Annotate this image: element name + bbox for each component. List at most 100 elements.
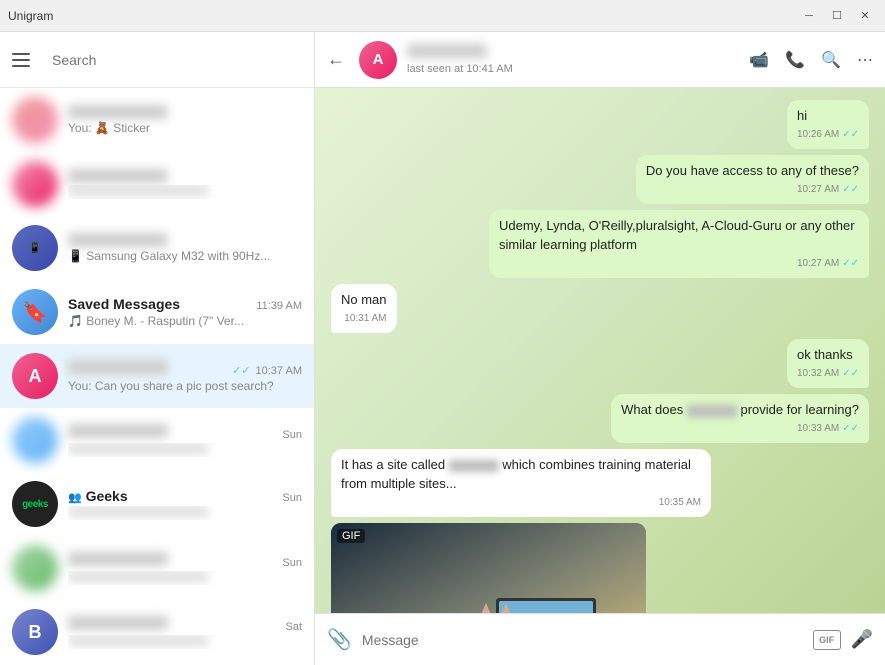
message-row: hi 10:26 AM ✓✓ — [331, 100, 869, 149]
chat-content: 👥 Geeks Sun — [68, 488, 302, 520]
chat-item[interactable]: You: 🧸 Sticker — [0, 88, 314, 152]
chat-preview: You: Can you share a pic post search? — [68, 379, 302, 393]
chat-content: Sun — [68, 424, 302, 457]
messages-area: hi 10:26 AM ✓✓ Do you have access to any… — [315, 88, 885, 613]
chat-item[interactable] — [0, 152, 314, 216]
message-row: ok thanks 10:32 AM ✓✓ — [331, 339, 869, 388]
sidebar-header — [0, 32, 314, 88]
avatar: 📱 — [12, 225, 58, 271]
message-row: Udemy, Lynda, O'Reilly,pluralsight, A-Cl… — [331, 210, 869, 277]
chat-header: ← A last seen at 10:41 AM 📹 📞 🔍 ⋯ — [315, 32, 885, 88]
contact-status: last seen at 10:41 AM — [407, 63, 739, 75]
message-text: It has a site called which combines trai… — [341, 457, 691, 490]
read-check-icon: ✓✓ — [842, 367, 859, 381]
double-check-icon: ✓✓ — [232, 365, 250, 377]
message-bubble: Do you have access to any of these? 10:2… — [636, 155, 869, 204]
attach-button[interactable]: 📎 — [327, 627, 352, 652]
chat-item-geeks[interactable]: geeks 👥 Geeks Sun — [0, 472, 314, 536]
message-text: hi — [797, 108, 807, 123]
chat-content: Saved Messages 11:39 AM 🎵 Boney M. - Ras… — [68, 296, 302, 328]
chat-preview: 📱 Samsung Galaxy M32 with 90Hz... — [68, 249, 302, 263]
mic-button[interactable]: 🎤 — [851, 629, 873, 650]
search-icon[interactable]: 🔍 — [821, 50, 841, 70]
close-button[interactable]: ✕ — [853, 6, 877, 26]
message-text: What does provide for learning? — [621, 402, 859, 417]
chat-content: ✓✓ 10:37 AM You: Can you share a pic pos… — [68, 360, 302, 393]
message-text: Udemy, Lynda, O'Reilly,pluralsight, A-Cl… — [499, 218, 855, 251]
read-check-icon: ✓✓ — [842, 128, 859, 142]
gif-bubble[interactable]: GIF 10:35 AM ✓✓ — [331, 523, 646, 613]
message-input[interactable] — [362, 632, 803, 648]
phone-icon[interactable]: 📞 — [785, 50, 805, 70]
message-row: No man 10:31 AM — [331, 284, 869, 333]
chat-preview: 🎵 Boney M. - Rasputin (7" Ver... — [68, 314, 302, 328]
chat-item-active[interactable]: A ✓✓ 10:37 AM You: Can you share a pic p… — [0, 344, 314, 408]
message-text: Do you have access to any of these? — [646, 163, 859, 178]
chat-time: 11:39 AM — [256, 300, 302, 312]
back-button[interactable]: ← — [327, 49, 345, 70]
message-time: 10:26 AM — [797, 128, 839, 142]
message-time: 10:27 AM — [797, 183, 839, 197]
chat-content: Sun — [68, 552, 302, 585]
message-text: ok thanks — [797, 347, 853, 362]
message-bubble: hi 10:26 AM ✓✓ — [787, 100, 869, 149]
minimize-button[interactable]: ─ — [797, 6, 821, 26]
chat-preview: You: 🧸 Sticker — [68, 121, 302, 135]
gif-label: GIF — [337, 529, 365, 543]
maximize-button[interactable]: ☐ — [825, 6, 849, 26]
chat-item-saved-messages[interactable]: 🔖 Saved Messages 11:39 AM 🎵 Boney M. - R… — [0, 280, 314, 344]
chat-preview — [68, 635, 302, 649]
message-time: 10:33 AM — [797, 422, 839, 436]
sidebar: You: 🧸 Sticker 📱 — [0, 32, 315, 665]
chat-name: Saved Messages — [68, 296, 180, 312]
gif-button[interactable]: GIF — [813, 630, 841, 650]
cat-gif-svg — [331, 523, 646, 613]
blurred-name — [68, 360, 168, 374]
avatar: A — [12, 353, 58, 399]
input-bar: 📎 GIF 🎤 — [315, 613, 885, 665]
chat-area: ← A last seen at 10:41 AM 📹 📞 🔍 ⋯ hi 10:… — [315, 32, 885, 665]
chat-preview — [68, 185, 302, 199]
chat-content — [68, 169, 302, 199]
hamburger-button[interactable] — [12, 46, 40, 74]
video-call-icon[interactable]: 📹 — [749, 50, 769, 70]
message-row: What does provide for learning? 10:33 AM… — [331, 394, 869, 443]
chat-preview — [68, 506, 302, 520]
blurred-name — [68, 233, 168, 247]
read-check-icon: ✓✓ — [842, 422, 859, 436]
blurred-name — [68, 105, 168, 119]
blurred-name — [68, 424, 168, 438]
search-input[interactable] — [52, 43, 302, 77]
message-row: Do you have access to any of these? 10:2… — [331, 155, 869, 204]
chat-item[interactable]: B Sat — [0, 600, 314, 664]
more-options-icon[interactable]: ⋯ — [857, 50, 873, 70]
hamburger-line2 — [12, 59, 30, 61]
message-bubble: It has a site called which combines trai… — [331, 449, 711, 516]
chat-time: Sun — [282, 557, 302, 569]
chat-item[interactable]: Sun — [0, 408, 314, 472]
read-check-icon: ✓✓ — [842, 183, 859, 197]
hamburger-line1 — [12, 53, 30, 55]
avatar: geeks — [12, 481, 58, 527]
message-bubble: What does provide for learning? 10:33 AM… — [611, 394, 869, 443]
message-time: 10:27 AM — [797, 257, 839, 271]
blurred-name — [68, 616, 168, 630]
app-title: Unigram — [8, 9, 53, 23]
message-bubble: Udemy, Lynda, O'Reilly,pluralsight, A-Cl… — [489, 210, 869, 277]
chat-time: Sat — [285, 621, 302, 633]
contact-avatar: A — [359, 41, 397, 79]
hamburger-line3 — [12, 65, 30, 67]
read-check-icon: ✓✓ — [842, 257, 859, 271]
window-controls: ─ ☐ ✕ — [797, 6, 877, 26]
chat-item[interactable]: Sun — [0, 536, 314, 600]
gif-image — [331, 523, 646, 613]
titlebar: Unigram ─ ☐ ✕ — [0, 0, 885, 32]
avatar: 🔖 — [12, 289, 58, 335]
blurred-word — [449, 460, 499, 472]
message-time: 10:31 AM — [344, 312, 386, 326]
chat-item[interactable]: 📱 📱 Samsung Galaxy M32 with 90Hz... — [0, 216, 314, 280]
message-time: 10:35 AM — [659, 496, 701, 510]
message-row: GIF 10:35 AM ✓✓ — [331, 523, 869, 613]
message-row: It has a site called which combines trai… — [331, 449, 869, 516]
chat-content: Sat — [68, 616, 302, 649]
